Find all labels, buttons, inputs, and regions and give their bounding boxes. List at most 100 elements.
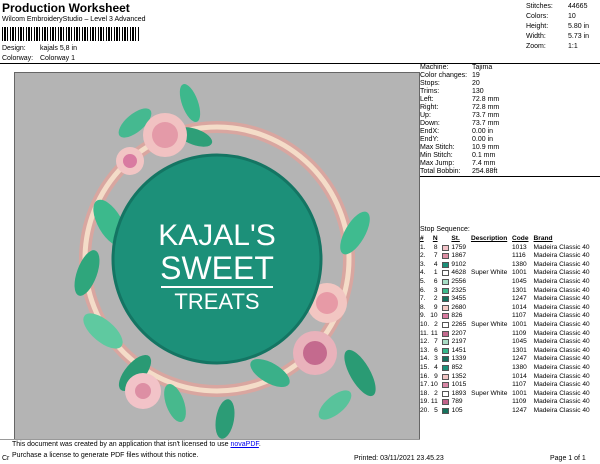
novapdf-link[interactable]: novaPDF bbox=[230, 441, 258, 448]
row-brand: Madeira Classic 40 bbox=[533, 329, 590, 337]
row-code: 1001 bbox=[512, 269, 527, 277]
printed-date: Printed: 03/11/2021 23.45.23 bbox=[354, 455, 444, 462]
row-brand: Madeira Classic 40 bbox=[533, 295, 590, 303]
row-brand: Madeira Classic 40 bbox=[533, 346, 590, 354]
info-row: Color changes: 19 bbox=[420, 72, 600, 80]
row-swatch bbox=[441, 407, 450, 416]
color-swatch bbox=[441, 382, 449, 389]
row-n: 2 bbox=[433, 295, 438, 303]
footer: Cr Printed: 03/11/2021 23.45.23 Page 1 o… bbox=[0, 453, 600, 464]
table-row: 13. 6 1451 1301 Madeira Classic 40 bbox=[420, 347, 600, 356]
row-st: 1759 bbox=[451, 243, 467, 251]
row-swatch bbox=[441, 390, 450, 399]
row-n: 10 bbox=[430, 381, 438, 389]
row-st: 789 bbox=[451, 398, 463, 406]
row-code: 1014 bbox=[512, 372, 527, 380]
row-brand: Madeira Classic 40 bbox=[533, 355, 590, 363]
row-n: 4 bbox=[434, 363, 438, 371]
row-n: 10 bbox=[430, 312, 438, 320]
row-code: 1001 bbox=[512, 389, 527, 397]
color-swatch bbox=[441, 390, 449, 397]
col-n: N bbox=[432, 235, 438, 242]
logo-line2: SWEET bbox=[160, 250, 274, 286]
summary-row: Colors: 10 bbox=[526, 12, 600, 22]
table-row: 15. 4 852 1380 Madeira Classic 40 bbox=[420, 364, 600, 373]
color-swatch bbox=[441, 313, 449, 320]
row-code: 1247 bbox=[512, 355, 527, 363]
row-swatch bbox=[441, 321, 450, 330]
table-row: 3. 4 9102 1380 Madeira Classic 40 bbox=[420, 261, 600, 270]
table-row: 19. 11 789 1109 Madeira Classic 40 bbox=[420, 398, 600, 407]
info-value: 73.7 mm bbox=[472, 120, 500, 127]
row-n: 5 bbox=[434, 406, 438, 414]
row-desc bbox=[471, 261, 512, 270]
col-st: St. bbox=[451, 235, 460, 242]
stop-sequence-title: Stop Sequence: bbox=[420, 226, 470, 233]
table-row: 8. 9 2680 1014 Madeira Classic 40 bbox=[420, 304, 600, 313]
row-swatch bbox=[441, 287, 450, 296]
info-label: Color changes: bbox=[420, 72, 468, 79]
row-desc: Super White bbox=[471, 389, 508, 397]
row-desc bbox=[471, 244, 512, 253]
row-num: 5. bbox=[420, 277, 426, 285]
row-st: 1451 bbox=[451, 346, 467, 354]
info-row: Stops: 20 bbox=[420, 80, 600, 88]
row-code: 1247 bbox=[512, 406, 527, 414]
info-value: 72.8 mm bbox=[472, 104, 500, 111]
row-desc bbox=[471, 347, 512, 356]
row-desc bbox=[471, 338, 512, 347]
row-code: 1247 bbox=[512, 295, 527, 303]
row-st: 2556 bbox=[451, 277, 467, 285]
color-swatch bbox=[441, 330, 449, 337]
page-title: Production Worksheet bbox=[2, 1, 130, 15]
summary-value: 5.73 in bbox=[568, 33, 590, 40]
footer-left: Cr bbox=[2, 455, 10, 462]
row-num: 20. bbox=[420, 406, 430, 414]
summary-row: Width: 5.73 in bbox=[526, 32, 600, 42]
info-value: 19 bbox=[472, 72, 480, 79]
color-swatch bbox=[441, 339, 449, 346]
row-desc bbox=[471, 398, 512, 407]
row-st: 9102 bbox=[451, 260, 467, 268]
row-num: 6. bbox=[420, 286, 426, 294]
table-row: 14. 3 1339 1247 Madeira Classic 40 bbox=[420, 355, 600, 364]
row-brand: Madeira Classic 40 bbox=[533, 406, 590, 414]
col-swatch bbox=[442, 235, 450, 244]
row-desc: Super White bbox=[471, 320, 508, 328]
info-label: Min Stitch: bbox=[420, 152, 453, 159]
table-row: 16. 9 1352 1014 Madeira Classic 40 bbox=[420, 373, 600, 382]
row-num: 12. bbox=[420, 338, 430, 346]
row-st: 2680 bbox=[451, 303, 467, 311]
color-swatch bbox=[441, 278, 449, 285]
row-st: 2325 bbox=[451, 286, 467, 294]
row-desc bbox=[471, 252, 512, 261]
color-swatch bbox=[441, 296, 449, 303]
row-desc bbox=[471, 407, 512, 416]
summary-label: Zoom: bbox=[526, 43, 546, 50]
info-label: Up: bbox=[420, 112, 431, 119]
row-code: 1116 bbox=[512, 252, 526, 260]
stop-sequence-table: # N St. Description Code Brand 1. 8 1759 10… bbox=[420, 235, 600, 415]
info-value: 254.88ft bbox=[472, 168, 498, 175]
row-desc bbox=[471, 355, 512, 364]
row-desc bbox=[471, 304, 512, 313]
color-swatch bbox=[441, 407, 449, 414]
notice-text: This document was created by an applicat… bbox=[12, 441, 231, 448]
row-st: 852 bbox=[451, 363, 463, 371]
row-code: 1045 bbox=[512, 338, 527, 346]
row-brand: Madeira Classic 40 bbox=[533, 252, 590, 260]
color-swatch bbox=[441, 261, 449, 268]
info-value: 20 bbox=[472, 80, 480, 87]
row-brand: Madeira Classic 40 bbox=[533, 303, 590, 311]
row-st: 3455 bbox=[451, 295, 467, 303]
row-num: 3. bbox=[420, 260, 426, 268]
table-row: 10. 2 2265 Super White 1001 Madeira Classic 4… bbox=[420, 321, 600, 330]
col-code: Code bbox=[512, 235, 529, 242]
color-swatch bbox=[441, 287, 449, 294]
row-brand: Madeira Classic 40 bbox=[533, 286, 590, 294]
info-row: Down: 73.7 mm bbox=[420, 120, 600, 128]
row-desc bbox=[471, 312, 512, 321]
row-code: 1109 bbox=[512, 398, 527, 406]
row-num: 16. bbox=[420, 372, 430, 380]
logo-line1: KAJAL'S bbox=[158, 219, 275, 252]
